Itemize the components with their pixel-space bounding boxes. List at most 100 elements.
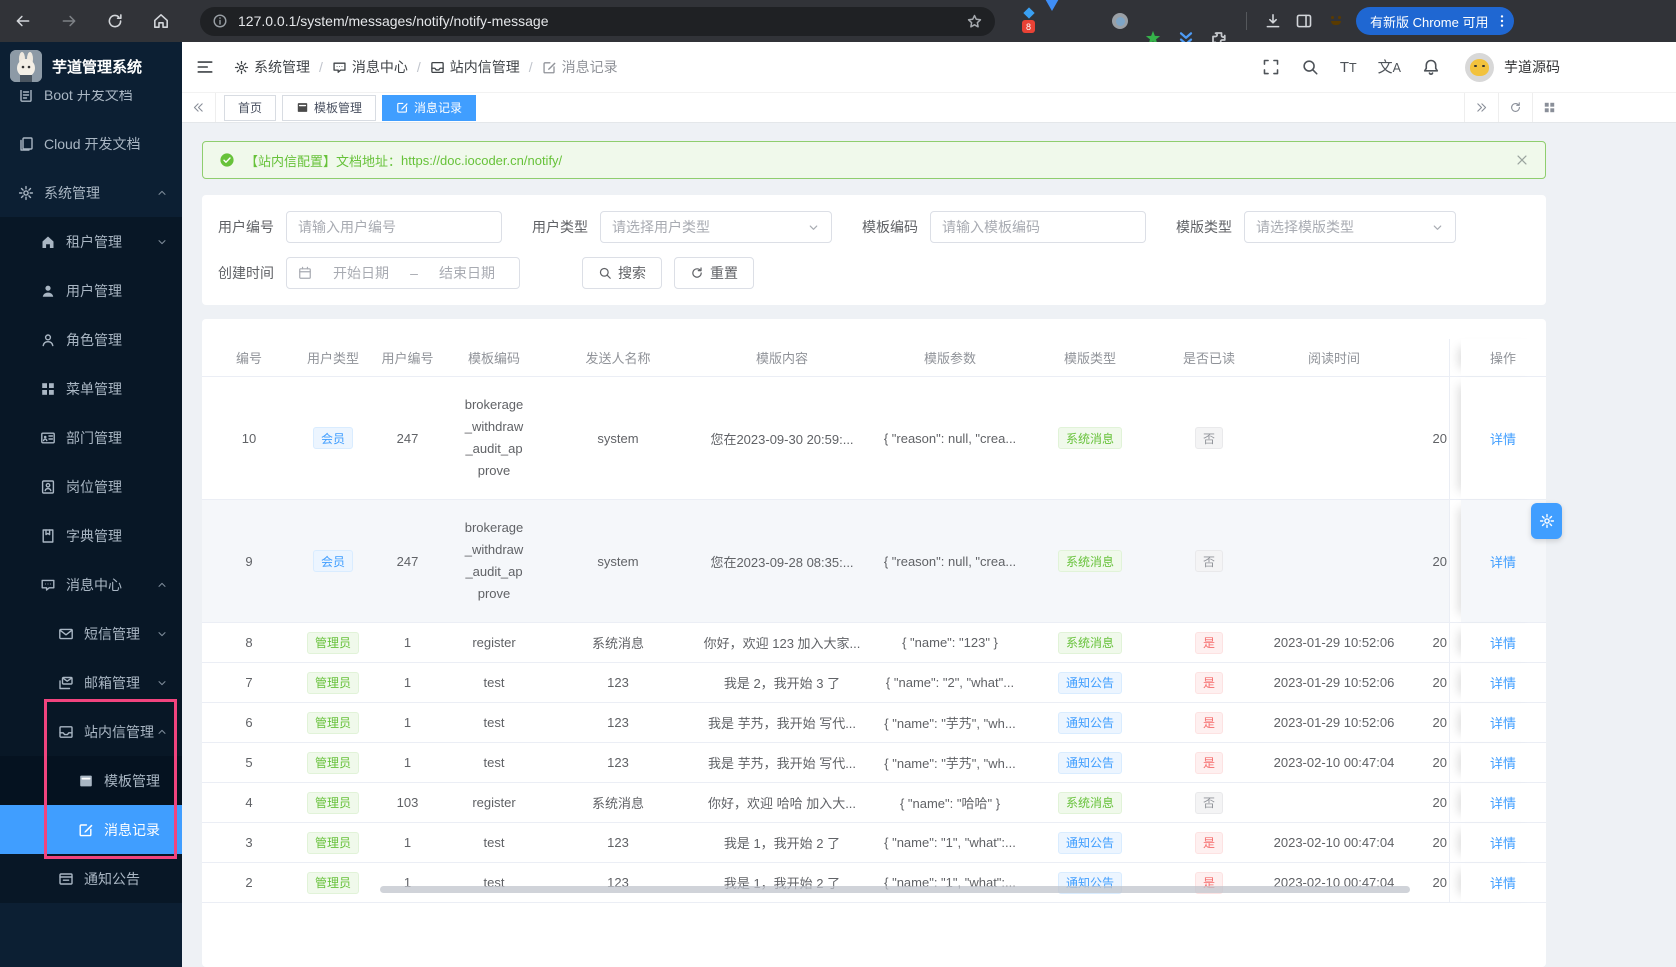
browser-forward-icon[interactable] <box>60 12 78 30</box>
tags-scroll-left-icon[interactable] <box>182 93 216 122</box>
sidebar-item-mailbox-manage[interactable]: 邮箱管理 <box>0 658 182 707</box>
chrome-update-label: 有新版 Chrome 可用 <box>1370 12 1488 31</box>
tags-refresh-icon[interactable] <box>1498 93 1532 122</box>
url-text[interactable]: 127.0.0.1/system/messages/notify/notify-… <box>238 13 966 29</box>
extension-star-icon[interactable] <box>1143 11 1163 31</box>
downloads-icon[interactable] <box>1264 12 1282 30</box>
user-id-input[interactable] <box>298 219 490 235</box>
breadcrumb-item[interactable]: 消息记录 <box>542 57 618 77</box>
cell-user-type: 管理员 <box>296 623 370 662</box>
profile-emoji-icon[interactable] <box>1326 11 1346 31</box>
cell-id: 6 <box>202 703 296 742</box>
breadcrumb-item[interactable]: 系统管理 <box>234 57 310 77</box>
alert-close-icon[interactable] <box>1515 153 1529 167</box>
notification-bell-icon[interactable] <box>1422 58 1440 76</box>
extension-chevrons-icon[interactable] <box>1176 11 1196 31</box>
sidebar-item-dict-manage[interactable]: 字典管理 <box>0 511 182 560</box>
tags-layout-icon[interactable] <box>1532 93 1566 122</box>
template-type-select[interactable]: 请选择模版类型 <box>1244 211 1456 243</box>
sidebar-item-notify-manage[interactable]: 站内信管理 <box>0 707 182 756</box>
sidebar-item-cloud-docs[interactable]: Cloud 开发文档 <box>0 119 182 168</box>
template-type-badge: 通知公告 <box>1058 752 1122 774</box>
sidebar-item-message-record[interactable]: 消息记录 <box>0 805 182 854</box>
tags-scroll-right-icon[interactable] <box>1464 93 1498 122</box>
sidebar-item-sms-manage[interactable]: 短信管理 <box>0 609 182 658</box>
sidebar-item-tenant-manage[interactable]: 租户管理 <box>0 217 182 266</box>
chevron-down-icon <box>1431 221 1444 234</box>
cell-user-type: 管理员 <box>296 783 370 822</box>
horizontal-scrollbar[interactable] <box>380 886 1410 893</box>
cell-id: 5 <box>202 743 296 782</box>
collapse-menu-icon[interactable] <box>196 58 214 76</box>
detail-link[interactable]: 详情 <box>1490 429 1516 448</box>
table-row: 2管理员1test123我是 1，我开始 2 了{ "name": "1", "… <box>202 862 1546 903</box>
cell-template-code: register <box>445 623 543 662</box>
cell-sender: 123 <box>543 663 693 702</box>
template-type-badge: 系统消息 <box>1058 550 1122 572</box>
tab-模板管理[interactable]: 模板管理 <box>282 95 376 121</box>
detail-link[interactable]: 详情 <box>1490 552 1516 571</box>
sidebar-item-role-manage[interactable]: 角色管理 <box>0 315 182 364</box>
sidebar-item-template-manage[interactable]: 模板管理 <box>0 756 182 805</box>
extensions-puzzle-icon[interactable] <box>1209 11 1229 31</box>
search-button[interactable]: 搜索 <box>582 257 662 289</box>
bookmark-star-icon[interactable] <box>966 13 983 30</box>
reset-button[interactable]: 重置 <box>674 257 754 289</box>
site-info-icon[interactable] <box>212 13 228 29</box>
cell-content: 我是 芋艿，我开始 写代... <box>693 743 871 782</box>
sidebar-item-menu-manage[interactable]: 菜单管理 <box>0 364 182 413</box>
date-range-picker[interactable]: 开始日期 – 结束日期 <box>286 257 520 289</box>
tab-消息记录[interactable]: 消息记录 <box>382 95 476 121</box>
detail-link[interactable]: 详情 <box>1490 793 1516 812</box>
app-logo-bar[interactable]: 芋道管理系统 <box>0 42 182 90</box>
address-bar[interactable]: 127.0.0.1/system/messages/notify/notify-… <box>200 7 995 36</box>
cell-params: { "name": "芋艿", "wh... <box>871 743 1029 782</box>
language-icon[interactable]: 文A <box>1378 60 1401 75</box>
search-icon[interactable] <box>1301 58 1319 76</box>
cell-create-time-clipped: 20 <box>1401 783 1449 822</box>
alert-doc-link[interactable]: https://doc.iocoder.cn/notify/ <box>401 153 562 168</box>
extension-ring-icon[interactable] <box>1110 11 1130 31</box>
sidebar-item-announcement[interactable]: 通知公告 <box>0 854 182 903</box>
calendar-icon <box>298 266 312 280</box>
detail-link[interactable]: 详情 <box>1490 833 1516 852</box>
detail-link[interactable]: 详情 <box>1490 713 1516 732</box>
read-status-badge: 是 <box>1195 832 1223 854</box>
extension-circle-icon[interactable] <box>1077 11 1097 31</box>
cell-params: { "name": "哈哈" } <box>871 783 1029 822</box>
extension-kite-icon[interactable] <box>1044 11 1064 31</box>
browser-home-icon[interactable] <box>152 12 170 30</box>
sidebar-item-dept-manage[interactable]: 部门管理 <box>0 413 182 462</box>
column-header: 用户编号 <box>370 339 445 376</box>
settings-drawer-button[interactable] <box>1531 503 1562 539</box>
user-type-select[interactable]: 请选择用户类型 <box>600 211 832 243</box>
sidebar-item-user-manage[interactable]: 用户管理 <box>0 266 182 315</box>
detail-link[interactable]: 详情 <box>1490 873 1516 892</box>
breadcrumb-item[interactable]: 站内信管理 <box>430 57 520 77</box>
font-size-icon[interactable]: TT <box>1340 60 1357 75</box>
cell-template-type: 系统消息 <box>1029 500 1151 622</box>
breadcrumb-item[interactable]: 消息中心 <box>332 57 408 77</box>
detail-link[interactable]: 详情 <box>1490 673 1516 692</box>
detail-link[interactable]: 详情 <box>1490 633 1516 652</box>
fullscreen-icon[interactable] <box>1262 58 1280 76</box>
app-title: 芋道管理系统 <box>52 56 142 77</box>
side-panel-icon[interactable] <box>1295 12 1313 30</box>
chrome-update-button[interactable]: 有新版 Chrome 可用 <box>1356 7 1514 35</box>
extension-icon[interactable]: 8 <box>1011 11 1031 31</box>
detail-link[interactable]: 详情 <box>1490 753 1516 772</box>
browser-reload-icon[interactable] <box>106 12 124 30</box>
cell-user-type: 管理员 <box>296 863 370 902</box>
sidebar-item-system-manage[interactable]: 系统管理 <box>0 168 182 217</box>
browser-back-icon[interactable] <box>14 12 32 30</box>
user-menu[interactable]: 芋道源码 <box>1465 53 1560 82</box>
sidebar-item-post-manage[interactable]: 岗位管理 <box>0 462 182 511</box>
browser-menu-icon[interactable] <box>1494 13 1510 29</box>
column-header: 模版内容 <box>693 339 871 376</box>
template-code-input[interactable] <box>942 219 1134 235</box>
cell-content: 您在2023-09-28 08:35:... <box>693 500 871 622</box>
chevron-up-icon <box>156 726 168 738</box>
sidebar-item-message-center[interactable]: 消息中心 <box>0 560 182 609</box>
toolbar-divider <box>1246 12 1247 30</box>
tab-首页[interactable]: 首页 <box>224 95 276 121</box>
